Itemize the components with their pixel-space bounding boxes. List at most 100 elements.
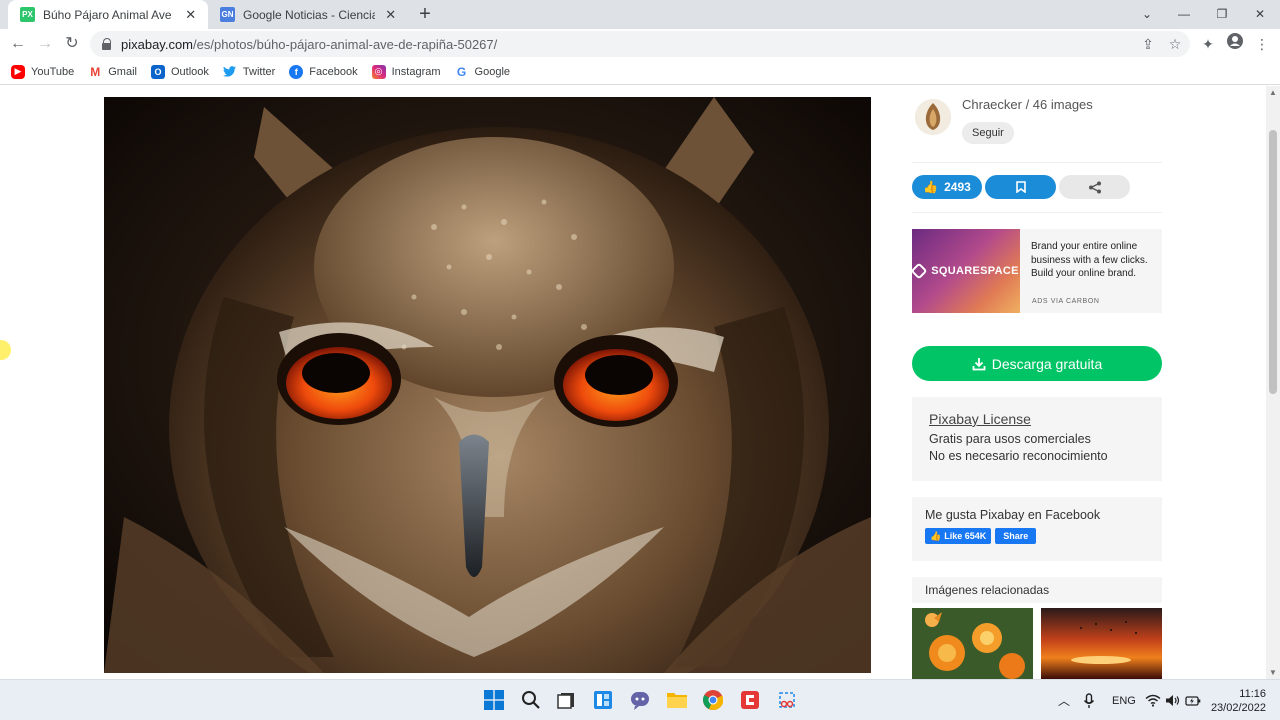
close-window-button[interactable]: ✕ bbox=[1241, 0, 1279, 29]
reload-button[interactable]: ↻ bbox=[60, 33, 84, 55]
youtube-icon: ▶ bbox=[11, 64, 25, 79]
bookmark-star-icon[interactable]: ☆ bbox=[1164, 33, 1186, 55]
save-button[interactable] bbox=[985, 175, 1056, 199]
download-icon bbox=[972, 357, 986, 370]
profile-icon[interactable] bbox=[1224, 33, 1246, 55]
show-hidden-icons-chevron-icon[interactable]: ︿ bbox=[1058, 680, 1070, 720]
scroll-down-arrow-icon[interactable]: ▼ bbox=[1266, 668, 1280, 677]
instagram-icon: ◎ bbox=[371, 64, 386, 79]
ad-via-label[interactable]: ADS VIA CARBON bbox=[1032, 298, 1100, 305]
chrome-icon[interactable] bbox=[702, 689, 724, 711]
taskbar-clock[interactable]: 11:16 23/02/2022 bbox=[1206, 687, 1266, 715]
related-images-header: Imágenes relacionadas bbox=[912, 577, 1162, 603]
facebook-like-label: Like 654K bbox=[944, 531, 987, 541]
license-box: Pixabay License Gratis para usos comerci… bbox=[912, 397, 1162, 481]
page-scrollbar[interactable]: ▲ ▼ bbox=[1266, 86, 1280, 679]
language-indicator[interactable]: ENG bbox=[1112, 680, 1136, 720]
pixabay-favicon-icon: PX bbox=[20, 7, 35, 22]
file-explorer-icon[interactable] bbox=[666, 689, 688, 711]
share-button[interactable] bbox=[1059, 175, 1130, 199]
bookmark-label: Google bbox=[474, 65, 511, 78]
facebook-box-title: Me gusta Pixabay en Facebook bbox=[925, 508, 1101, 522]
start-button[interactable] bbox=[483, 689, 505, 711]
facebook-box: Me gusta Pixabay en Facebook 👍 Like 654K… bbox=[912, 497, 1162, 561]
windows-taskbar: ︿ ENG 11:16 23/02/2022 bbox=[0, 679, 1280, 720]
lock-icon[interactable] bbox=[102, 38, 112, 50]
close-tab-icon[interactable]: ✕ bbox=[383, 7, 398, 23]
author-block: Chraecker / 46 images Seguir bbox=[912, 97, 1162, 157]
clock-time: 11:16 bbox=[1239, 688, 1266, 700]
owl-illustration bbox=[104, 97, 871, 673]
facebook-like-button[interactable]: 👍 Like 654K bbox=[925, 528, 992, 544]
image-actions: 👍 2493 bbox=[912, 175, 1162, 199]
bookmark-gmail[interactable]: M Gmail bbox=[88, 65, 137, 79]
bookmark-instagram[interactable]: ◎ Instagram bbox=[371, 64, 441, 79]
share-icon bbox=[1088, 181, 1101, 193]
license-link[interactable]: Pixabay License bbox=[929, 411, 1145, 427]
bookmark-outlook[interactable]: O Outlook bbox=[150, 64, 209, 79]
back-button[interactable]: ← bbox=[6, 33, 30, 55]
related-images-title: Imágenes relacionadas bbox=[925, 583, 1050, 597]
like-button[interactable]: 👍 2493 bbox=[912, 175, 982, 199]
tab-google-news[interactable]: GN Google Noticias - Ciencia y tecnol ✕ bbox=[208, 0, 408, 29]
widgets-icon[interactable] bbox=[592, 689, 614, 711]
facebook-share-button[interactable]: Share bbox=[995, 528, 1037, 544]
scroll-up-arrow-icon[interactable]: ▲ bbox=[1266, 88, 1280, 97]
forward-button[interactable]: → bbox=[33, 33, 57, 55]
twitter-icon bbox=[223, 65, 237, 79]
url-host: pixabay.com bbox=[121, 36, 194, 52]
related-image-flowers[interactable] bbox=[912, 608, 1033, 679]
owl-photo[interactable] bbox=[104, 97, 871, 673]
download-label: Descarga gratuita bbox=[991, 355, 1103, 372]
bookmark-label: Instagram bbox=[391, 65, 441, 78]
menu-dots-icon[interactable]: ⋮ bbox=[1251, 33, 1273, 55]
ad-image[interactable]: SQUARESPACE bbox=[910, 229, 1020, 313]
volume-icon[interactable] bbox=[1165, 680, 1180, 720]
license-line-attribution: No es necesario reconocimiento bbox=[929, 449, 1108, 463]
thumbs-up-icon: 👍 bbox=[930, 530, 942, 541]
bookmark-google[interactable]: G Google bbox=[455, 65, 510, 79]
restore-button[interactable]: ❐ bbox=[1203, 0, 1241, 29]
browser-toolbar: ← → ↻ pixabay.com/es/photos/búho-pájaro-… bbox=[0, 29, 1280, 59]
search-icon[interactable] bbox=[520, 689, 542, 711]
ad-text[interactable]: Brand your entire online business with a… bbox=[1031, 240, 1159, 281]
gmail-icon: M bbox=[90, 64, 101, 79]
facebook-share-label: Share bbox=[1003, 531, 1029, 541]
avatar[interactable] bbox=[915, 99, 951, 135]
outlook-icon: O bbox=[150, 64, 165, 79]
battery-charging-icon[interactable] bbox=[1185, 680, 1201, 720]
minimize-button[interactable]: — bbox=[1165, 0, 1203, 29]
tab-search-chevron-icon[interactable]: ⌄ bbox=[1128, 0, 1166, 29]
author-name[interactable]: Chraecker / 46 images bbox=[962, 97, 1093, 112]
close-tab-icon[interactable]: ✕ bbox=[183, 7, 198, 23]
url-path: /es/photos/búho-pájaro-animal-ave-de-rap… bbox=[193, 36, 498, 52]
share-page-icon[interactable]: ⇪ bbox=[1137, 33, 1159, 55]
divider bbox=[912, 162, 1162, 163]
scrollbar-thumb[interactable] bbox=[1269, 130, 1277, 394]
ad-brand: SQUARESPACE bbox=[931, 265, 1019, 277]
squarespace-icon bbox=[910, 262, 928, 280]
screen-recorder-icon[interactable] bbox=[739, 689, 761, 711]
new-tab-button[interactable]: + bbox=[414, 3, 436, 25]
carbon-ad[interactable]: SQUARESPACE Brand your entire online bus… bbox=[910, 229, 1162, 313]
address-bar[interactable]: pixabay.com/es/photos/búho-pájaro-animal… bbox=[90, 31, 1190, 57]
teams-chat-icon[interactable] bbox=[629, 689, 651, 711]
tab-title: Búho Pájaro Animal Ave De - Fot bbox=[43, 7, 175, 22]
snipping-tool-icon[interactable] bbox=[776, 689, 798, 711]
microphone-icon[interactable] bbox=[1083, 680, 1095, 720]
tab-active[interactable]: PX Búho Pájaro Animal Ave De - Fot ✕ bbox=[8, 0, 208, 29]
tab-title: Google Noticias - Ciencia y tecnol bbox=[243, 7, 376, 22]
free-download-button[interactable]: Descarga gratuita bbox=[912, 346, 1162, 381]
related-image-sunset[interactable] bbox=[1041, 608, 1162, 679]
extensions-icon[interactable]: ✦ bbox=[1197, 33, 1219, 55]
follow-button[interactable]: Seguir bbox=[962, 122, 1014, 144]
bookmark-facebook[interactable]: f Facebook bbox=[289, 64, 358, 79]
like-count: 2493 bbox=[944, 180, 971, 194]
task-view-icon[interactable] bbox=[556, 689, 578, 711]
bookmark-youtube[interactable]: ▶ YouTube bbox=[11, 64, 74, 79]
url-text[interactable]: pixabay.com/es/photos/búho-pájaro-animal… bbox=[121, 37, 497, 52]
bookmark-twitter[interactable]: Twitter bbox=[223, 65, 275, 79]
bookmarks-bar: ▶ YouTube M Gmail O Outlook Twitter f Fa… bbox=[0, 59, 1280, 85]
wifi-icon[interactable] bbox=[1145, 680, 1161, 720]
clock-date: 23/02/2022 bbox=[1210, 702, 1266, 714]
